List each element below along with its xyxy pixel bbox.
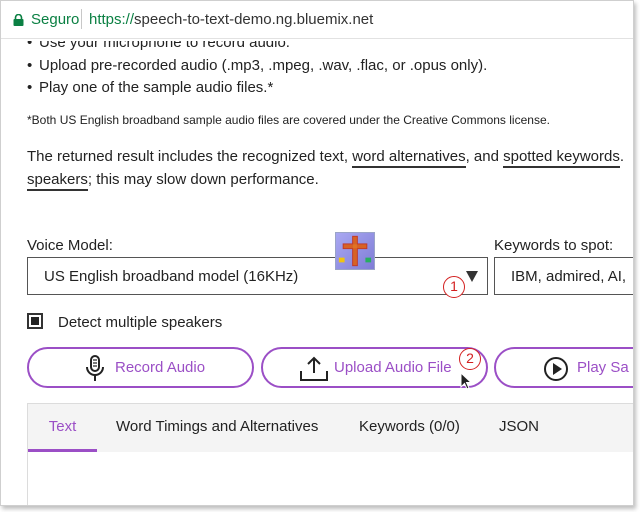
microphone-icon: [86, 355, 104, 381]
browser-window: Seguro https://speech-to-text-demo.ng.bl…: [0, 0, 634, 506]
tab-content-panel: [27, 452, 633, 505]
result-text-line2: ; this may slow down performance.: [87, 171, 319, 188]
url-host: speech-to-text-demo.ng.bluemix.net: [134, 11, 374, 28]
dropdown-arrow-icon: [466, 271, 478, 282]
annotation-marker-1: 1: [443, 276, 465, 298]
result-description-line2: speakers; this may slow down performance…: [27, 171, 319, 191]
url-scheme: https://: [89, 11, 135, 28]
play-sample-label: Play Sa: [577, 359, 629, 376]
bullet-upload: Upload pre-recorded audio (.mp3, .mpeg, …: [27, 57, 487, 74]
secure-label: Seguro: [31, 11, 80, 28]
annotation-marker-2: 2: [459, 348, 481, 370]
voice-model-label: Voice Model:: [27, 237, 113, 254]
word-alternatives-link[interactable]: word alternatives: [352, 148, 466, 168]
speakers-link[interactable]: speakers: [27, 171, 88, 191]
address-bar[interactable]: Seguro https://speech-to-text-demo.ng.bl…: [1, 1, 633, 39]
tab-keywords[interactable]: Keywords (0/0): [359, 404, 460, 452]
upload-icon: [300, 356, 328, 381]
upload-audio-label: Upload Audio File: [334, 359, 452, 376]
keywords-label: Keywords to spot:: [494, 237, 614, 254]
voice-model-value: US English broadband model (16KHz): [44, 268, 299, 285]
bullet-play: Play one of the sample audio files.*: [27, 79, 273, 96]
detect-speakers-label[interactable]: Detect multiple speakers: [58, 314, 222, 331]
license-note: *Both US English broadband sample audio …: [27, 113, 550, 127]
result-text-end: .: [619, 148, 625, 165]
detect-speakers-checkbox[interactable]: [27, 313, 43, 329]
result-tabs: Text Word Timings and Alternatives Keywo…: [27, 403, 633, 452]
lock-icon: [13, 14, 24, 26]
result-text-middle: , and: [465, 148, 504, 165]
play-sample-button[interactable]: Play Sa: [494, 347, 633, 388]
result-description: The returned result includes the recogni…: [27, 148, 625, 168]
upload-audio-button[interactable]: Upload Audio File: [261, 347, 488, 388]
spotted-keywords-link[interactable]: spotted keywords: [503, 148, 620, 168]
result-text-before: The returned result includes the recogni…: [27, 148, 353, 165]
tab-json[interactable]: JSON: [499, 404, 539, 452]
mouse-cursor-icon: [460, 372, 472, 390]
cross-logo-icon: [335, 232, 375, 270]
record-audio-button[interactable]: Record Audio: [27, 347, 254, 388]
keywords-value: IBM, admired, AI,: [511, 268, 627, 285]
tab-word-timings[interactable]: Word Timings and Alternatives: [116, 404, 318, 452]
play-circle-icon: [544, 357, 568, 381]
url-separator: [81, 9, 82, 29]
url-text[interactable]: https://speech-to-text-demo.ng.bluemix.n…: [89, 11, 373, 28]
keywords-input[interactable]: IBM, admired, AI,: [494, 257, 633, 295]
record-audio-label: Record Audio: [115, 359, 206, 376]
voice-model-select[interactable]: US English broadband model (16KHz): [27, 257, 488, 295]
tab-text[interactable]: Text: [28, 404, 97, 452]
